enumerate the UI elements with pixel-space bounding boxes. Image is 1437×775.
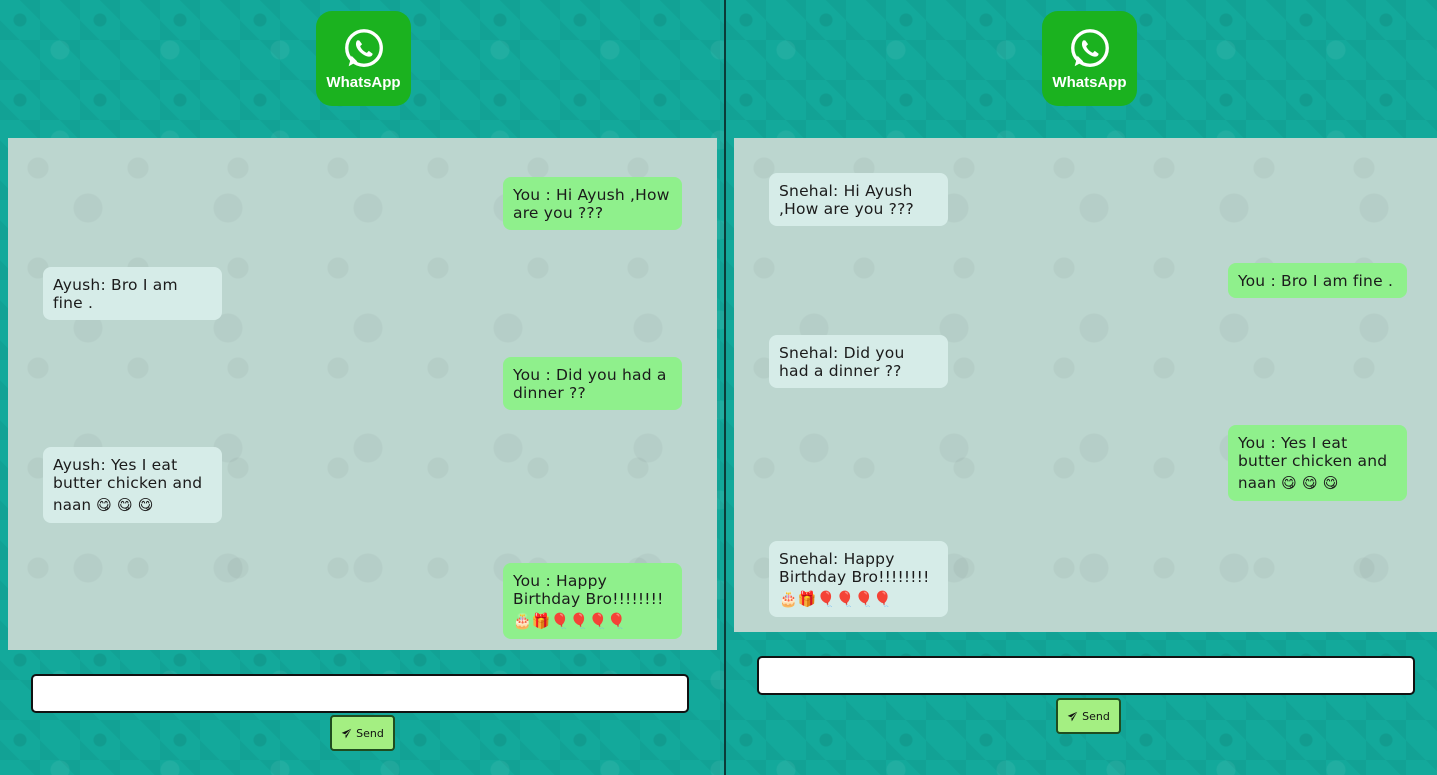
- left-chat-window: WhatsApp You : Hi Ayush ,How are you ???…: [0, 0, 724, 775]
- send-label: Send: [1082, 709, 1110, 723]
- message-text: Ayush: Bro I am fine .: [53, 276, 178, 312]
- message-emoji: naan 😋 😋 😋: [1238, 474, 1339, 492]
- message-text: Snehal: Did you had a dinner ??: [779, 344, 905, 380]
- message-bubble-incoming: Ayush: Yes I eat butter chicken and naan…: [43, 447, 222, 523]
- logo-text: WhatsApp: [1052, 74, 1127, 91]
- message-text: You : Did you had a dinner ??: [513, 366, 667, 402]
- paper-plane-icon: [341, 728, 352, 738]
- message-bubble-incoming: Snehal: Happy Birthday Bro!!!!!!!! 🎂🎁🎈🎈🎈…: [769, 541, 948, 617]
- whatsapp-phone-icon: [1070, 29, 1109, 67]
- message-emoji: naan 😋 😋 😋: [53, 496, 154, 514]
- message-bubble-outgoing: You : Yes I eat butter chicken and naan …: [1228, 425, 1407, 501]
- whatsapp-logo: WhatsApp: [316, 11, 411, 106]
- message-text: You : Bro I am fine .: [1238, 272, 1394, 290]
- chat-area: Snehal: Hi Ayush ,How are you ??? You : …: [734, 138, 1437, 632]
- logo-text: WhatsApp: [326, 74, 401, 91]
- message-text: You : Happy Birthday Bro!!!!!!!!: [513, 572, 664, 608]
- message-bubble-outgoing: You : Hi Ayush ,How are you ???: [503, 177, 682, 230]
- message-text: Ayush: Yes I eat butter chicken and: [53, 456, 203, 492]
- send-button[interactable]: Send: [330, 715, 395, 751]
- send-button[interactable]: Send: [1056, 698, 1121, 734]
- message-bubble-outgoing: You : Happy Birthday Bro!!!!!!!! 🎂🎁🎈🎈🎈🎈: [503, 563, 682, 639]
- message-input[interactable]: [757, 656, 1415, 695]
- message-text: You : Yes I eat butter chicken and: [1238, 434, 1388, 470]
- message-text: You : Hi Ayush ,How are you ???: [513, 186, 670, 222]
- message-text: Snehal: Hi Ayush ,How are you ???: [779, 182, 914, 218]
- message-bubble-incoming: Ayush: Bro I am fine .: [43, 267, 222, 320]
- send-label: Send: [356, 726, 384, 740]
- message-text: Snehal: Happy Birthday Bro!!!!!!!!: [779, 550, 930, 586]
- paper-plane-icon: [1067, 711, 1078, 721]
- whatsapp-phone-icon: [344, 29, 383, 67]
- whatsapp-logo: WhatsApp: [1042, 11, 1137, 106]
- message-emoji: 🎂🎁🎈🎈🎈🎈: [779, 590, 893, 608]
- right-chat-window: WhatsApp Snehal: Hi Ayush ,How are you ?…: [726, 0, 1437, 775]
- message-bubble-incoming: Snehal: Hi Ayush ,How are you ???: [769, 173, 948, 226]
- message-bubble-outgoing: You : Did you had a dinner ??: [503, 357, 682, 410]
- message-emoji: 🎂🎁🎈🎈🎈🎈: [513, 612, 627, 630]
- chat-area: You : Hi Ayush ,How are you ??? Ayush: B…: [8, 138, 717, 650]
- message-bubble-outgoing: You : Bro I am fine .: [1228, 263, 1407, 298]
- message-input[interactable]: [31, 674, 689, 713]
- message-bubble-incoming: Snehal: Did you had a dinner ??: [769, 335, 948, 388]
